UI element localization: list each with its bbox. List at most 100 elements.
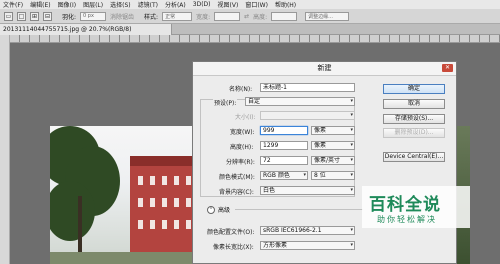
menu-item[interactable]: 图像(I) [58,0,76,9]
bit-depth-value: 8 位 [314,172,326,179]
chevron-down-icon: ▾ [303,172,306,178]
size-select: ▾ [260,111,355,120]
divider [235,209,364,210]
building-window [138,198,143,207]
width-field[interactable]: 999 [260,126,308,135]
tree-shape [50,181,95,241]
device-central-button[interactable]: Device Central(E)... [383,152,445,162]
swap-icon[interactable]: ⇄ [244,13,249,20]
width-unit-value: 像素 [314,127,327,134]
feather-label: 羽化: [62,13,77,21]
background-value: 白色 [263,187,276,194]
resolution-unit-value: 像素/英寸 [314,157,341,164]
color-mode-label: 颜色模式(M): [219,174,255,181]
width-input[interactable] [214,11,241,21]
chevron-down-icon: ▾ [350,127,353,133]
document-tab[interactable]: 20131114044755715.jpg @ 20.7%(RGB/8) [0,24,172,35]
document-tab-bar: 20131114044755715.jpg @ 20.7%(RGB/8) [0,24,500,35]
preset-select[interactable]: 自定 ▾ [245,97,355,106]
color-profile-value: sRGB IEC61966-2.1 [263,227,322,234]
style-label: 样式: [144,13,159,21]
save-preset-button[interactable]: 存储预设(S)... [383,114,445,124]
building-window [162,220,167,229]
height-input[interactable] [271,11,298,21]
chevron-down-icon: ▾ [350,172,353,178]
color-mode-select[interactable]: RGB 颜色 ▾ [260,171,308,180]
add-selection-icon[interactable]: ⊞ [30,11,39,21]
height-unit-value: 像素 [314,142,327,149]
width-label: 宽度: [196,13,211,21]
new-selection-icon[interactable]: □ [17,11,26,21]
chevron-down-icon: ▾ [350,142,353,148]
cancel-button[interactable]: 取消 [383,99,445,109]
tools-panel [0,35,10,264]
width-label: 宽度(W): [230,129,255,136]
advanced-label: 高级 [218,207,231,214]
chevron-down-icon: ▾ [350,98,353,104]
color-profile-select[interactable]: sRGB IEC61966-2.1 ▾ [260,226,355,235]
building-window [138,176,143,185]
marquee-tool-icon[interactable]: ▭ [4,11,13,21]
size-label: 大小(I): [235,114,256,121]
delete-preset-button: 删除预设(D)... [383,128,445,138]
top-ruler [10,35,500,43]
pixel-aspect-label: 像素长宽比(X): [213,244,254,251]
menu-item[interactable]: 帮助(H) [275,0,296,9]
refine-edge-button[interactable]: 调整边缘... [305,11,350,21]
menu-item[interactable]: 3D(D) [193,1,211,8]
menu-item[interactable]: 选择(S) [110,0,131,9]
menu-item[interactable]: 滤镜(T) [138,0,158,9]
menu-item[interactable]: 图层(L) [83,0,103,9]
building-window [174,198,179,207]
feather-input[interactable]: 0 px [80,11,107,21]
menu-item[interactable]: 视图(V) [218,0,239,9]
name-label: 名称(N): [229,86,253,93]
style-select[interactable]: 正常 [162,11,193,21]
dialog-title: 新建 [193,62,456,76]
width-unit-select[interactable]: 像素 ▾ [311,126,355,135]
menu-item[interactable]: 分析(A) [165,0,186,9]
options-bar: ▭ □ ⊞ ⊟ 羽化: 0 px 消除锯齿 样式: 正常 宽度: ⇄ 高度: 调… [0,9,500,24]
height-label: 高度(H): [230,144,254,151]
height-unit-select[interactable]: 像素 ▾ [311,141,355,150]
building-window [150,198,155,207]
building-window [174,176,179,185]
antialias-label[interactable]: 消除锯齿 [110,12,134,21]
bit-depth-select[interactable]: 8 位 ▾ [311,171,355,180]
document-image [50,126,205,264]
building-window [186,198,191,207]
chevron-up-icon: ⌃ [207,205,215,214]
color-profile-label: 颜色配置文件(O): [207,229,255,236]
menu-item[interactable]: 窗口(W) [245,0,268,9]
height-field[interactable]: 1299 [260,141,308,150]
color-mode-value: RGB 颜色 [263,172,290,179]
menu-item[interactable]: 文件(F) [3,0,23,9]
preset-value: 自定 [248,98,261,105]
background-label: 背景内容(C): [219,189,254,196]
name-field[interactable]: 未标题-1 [260,83,355,92]
building-window [186,176,191,185]
building-window [186,220,191,229]
close-icon[interactable]: ✕ [442,64,453,72]
resolution-field[interactable]: 72 [260,156,308,165]
menu-bar: 文件(F) 编辑(E) 图像(I) 图层(L) 选择(S) 滤镜(T) 分析(A) 3D(D)… [0,0,500,9]
new-document-dialog: 新建 ✕ 名称(N): 未标题-1 预设(P): 自定 ▾ 大小(I): ▾ 宽度… [192,61,457,264]
advanced-toggle[interactable]: ⌃ 高级 [207,205,364,214]
chevron-down-icon: ▾ [350,227,353,233]
pixel-aspect-value: 方形像素 [263,242,288,249]
pixel-aspect-select[interactable]: 方形像素 ▾ [260,241,355,250]
menu-item[interactable]: 编辑(E) [30,0,50,9]
building-window [162,198,167,207]
chevron-down-icon: ▾ [350,242,353,248]
resolution-unit-select[interactable]: 像素/英寸 ▾ [311,156,355,165]
building-window [138,220,143,229]
ground [50,252,205,264]
background-select[interactable]: 白色 ▾ [260,186,355,195]
ok-button[interactable]: 确定 [383,84,445,94]
watermark-subtitle: 助你轻松解决 [377,215,437,224]
subtract-selection-icon[interactable]: ⊟ [43,11,52,21]
building-window [174,220,179,229]
height-label: 高度: [253,13,268,21]
chevron-down-icon: ▾ [350,112,353,118]
building-window [162,176,167,185]
